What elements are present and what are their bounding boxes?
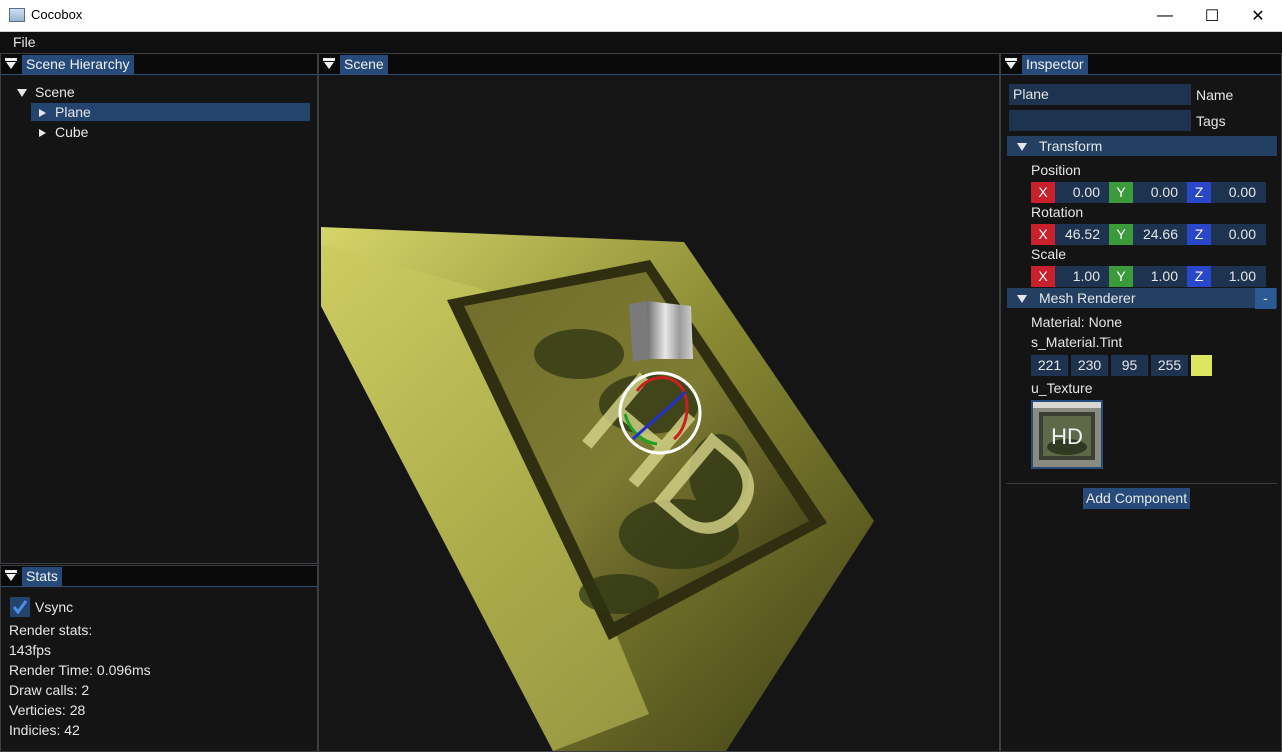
axis-y-label: Y [1109,224,1133,245]
window-title: Cocobox [31,7,83,22]
collapse-tab-icon[interactable] [5,570,17,582]
section-title: Mesh Renderer [1039,290,1136,306]
tags-input[interactable] [1009,110,1191,131]
material-label: Material: None [1031,314,1123,330]
panel-header: Scene Hierarchy [1,54,317,75]
remove-component-button[interactable]: - [1255,288,1276,309]
tint-a-field[interactable]: 255 [1151,355,1188,376]
scene-render[interactable]: HD [319,74,999,751]
inspector-panel: Inspector Plane Name Tags Transform Posi… [1000,53,1282,752]
collapse-tab-icon[interactable] [323,58,335,70]
app-icon [9,8,25,22]
collapsed-arrow-icon[interactable] [39,109,46,118]
scale-label: Scale [1031,246,1067,262]
scene-hierarchy-panel: Scene Hierarchy Scene Plane Cube [0,53,318,564]
collapsed-arrow-icon[interactable] [39,129,46,138]
close-button[interactable]: ✕ [1235,0,1281,31]
tab-scene-hierarchy[interactable]: Scene Hierarchy [22,55,134,74]
texture-hd-text: HD [1051,424,1083,449]
rotation-x-field[interactable]: 46.52 [1055,224,1110,245]
name-input[interactable]: Plane [1009,84,1191,105]
texture-slot[interactable]: HD [1031,400,1103,469]
scene-viewport-panel: Scene HD [318,53,1000,752]
axis-z-label: Z [1187,266,1211,287]
menu-file[interactable]: File [13,34,36,50]
mesh-renderer-section-header[interactable]: Mesh Renderer [1007,288,1277,308]
axis-x-label: X [1031,266,1055,287]
transform-section-header[interactable]: Transform [1007,136,1277,156]
tab-inspector[interactable]: Inspector [1022,55,1088,74]
vsync-checkbox[interactable] [10,597,30,617]
axis-y-label: Y [1109,182,1133,203]
stat-line: Indicies: 42 [9,722,80,738]
title-bar: Cocobox — ☐ ✕ [0,0,1282,32]
tree-node-label: Plane [55,104,91,120]
position-label: Position [1031,162,1081,178]
tree-node-scene[interactable]: Scene [17,83,75,101]
tint-color-swatch[interactable] [1191,355,1212,376]
stat-line: Verticies: 28 [9,702,86,718]
tab-stats[interactable]: Stats [22,567,62,586]
scale-x-field[interactable]: 1.00 [1055,266,1110,287]
scale-y-field[interactable]: 1.00 [1133,266,1188,287]
divider [1006,483,1277,484]
stat-line: Render stats: [9,622,93,638]
tags-label: Tags [1196,113,1226,129]
checkmark-icon [12,600,28,615]
tint-r-field[interactable]: 221 [1031,355,1068,376]
panel-header: Stats [1,566,317,587]
stats-panel: Stats Vsync Render stats: 143fps Render … [0,565,318,752]
texture-label: u_Texture [1031,380,1093,396]
panel-header: Scene [319,54,999,75]
tint-b-field[interactable]: 95 [1111,355,1148,376]
section-title: Transform [1039,138,1103,154]
expanded-arrow-icon[interactable] [1017,143,1027,152]
scale-z-field[interactable]: 1.00 [1211,266,1266,287]
add-component-button[interactable]: Add Component [1083,488,1190,509]
scale-vector: X 1.00 Y 1.00 Z 1.00 [1031,266,1267,287]
position-z-field[interactable]: 0.00 [1211,182,1266,203]
rotation-y-field[interactable]: 24.66 [1133,224,1188,245]
tint-g-field[interactable]: 230 [1071,355,1108,376]
texture-thumbnail: HD [1033,402,1101,467]
tab-scene[interactable]: Scene [340,55,388,74]
name-label: Name [1196,87,1234,103]
stat-line: Render Time: 0.096ms [9,662,151,678]
axis-x-label: X [1031,182,1055,203]
tree-node-cube[interactable]: Cube [31,123,88,141]
menu-bar: File [0,32,1282,53]
stat-line: 143fps [9,642,52,658]
collapse-tab-icon[interactable] [1005,58,1017,70]
position-x-field[interactable]: 0.00 [1055,182,1110,203]
stat-line: Draw calls: 2 [9,682,90,698]
panel-header: Inspector [1001,54,1281,75]
position-vector: X 0.00 Y 0.00 Z 0.00 [1031,182,1267,203]
axis-y-label: Y [1109,266,1133,287]
tree-node-label: Scene [35,84,75,100]
rotation-z-field[interactable]: 0.00 [1211,224,1266,245]
axis-z-label: Z [1187,182,1211,203]
axis-x-label: X [1031,224,1055,245]
minimize-button[interactable]: — [1142,0,1188,31]
vsync-label: Vsync [35,599,74,615]
rotation-label: Rotation [1031,204,1084,220]
expanded-arrow-icon[interactable] [17,89,27,98]
tree-node-plane[interactable]: Plane [31,103,310,121]
maximize-button[interactable]: ☐ [1189,0,1235,31]
rotation-vector: X 46.52 Y 24.66 Z 0.00 [1031,224,1267,245]
tree-node-label: Cube [55,124,89,140]
axis-z-label: Z [1187,224,1211,245]
expanded-arrow-icon[interactable] [1017,295,1027,304]
position-y-field[interactable]: 0.00 [1133,182,1188,203]
cube-mesh[interactable] [647,301,693,359]
collapse-tab-icon[interactable] [5,58,17,70]
tint-label: s_Material.Tint [1031,334,1123,350]
